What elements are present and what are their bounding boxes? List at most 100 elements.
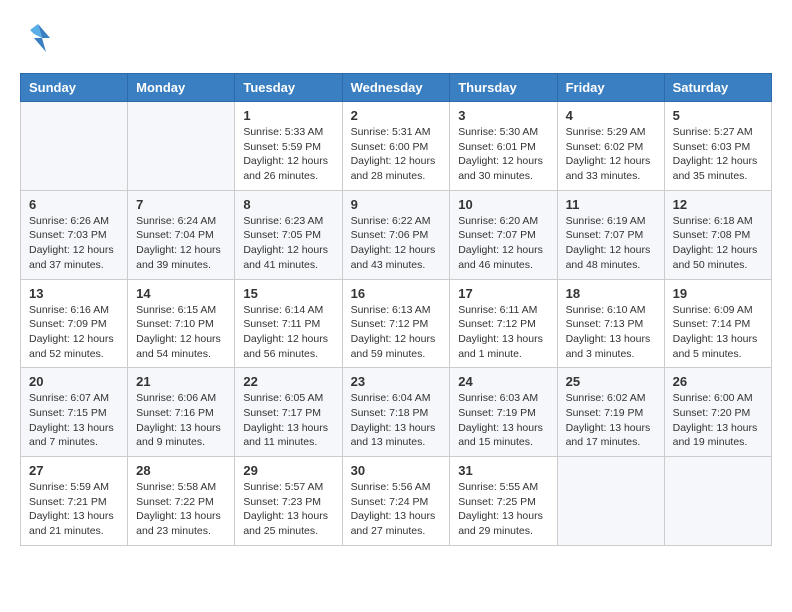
day-number: 21 (136, 374, 226, 389)
calendar-cell (557, 457, 664, 546)
cell-line: Sunrise: 5:57 AM (243, 480, 333, 495)
calendar-cell: 14Sunrise: 6:15 AMSunset: 7:10 PMDayligh… (128, 279, 235, 368)
cell-line: and 37 minutes. (29, 258, 119, 273)
cell-line: Daylight: 12 hours (351, 154, 442, 169)
cell-line: Daylight: 12 hours (243, 332, 333, 347)
day-number: 20 (29, 374, 119, 389)
calendar-cell: 3Sunrise: 5:30 AMSunset: 6:01 PMDaylight… (450, 102, 557, 191)
cell-content: Sunrise: 6:05 AMSunset: 7:17 PMDaylight:… (243, 391, 333, 450)
cell-line: Daylight: 13 hours (566, 332, 656, 347)
day-number: 16 (351, 286, 442, 301)
cell-line: and 39 minutes. (136, 258, 226, 273)
cell-line: Sunrise: 5:30 AM (458, 125, 548, 140)
cell-line: Daylight: 13 hours (136, 421, 226, 436)
day-number: 23 (351, 374, 442, 389)
day-number: 11 (566, 197, 656, 212)
day-number: 15 (243, 286, 333, 301)
day-number: 13 (29, 286, 119, 301)
cell-line: Sunrise: 6:13 AM (351, 303, 442, 318)
cell-content: Sunrise: 5:59 AMSunset: 7:21 PMDaylight:… (29, 480, 119, 539)
cell-line: Sunrise: 6:16 AM (29, 303, 119, 318)
cell-line: Sunset: 7:07 PM (566, 228, 656, 243)
cell-line: and 23 minutes. (136, 524, 226, 539)
cell-line: Daylight: 12 hours (136, 243, 226, 258)
cell-line: Sunset: 5:59 PM (243, 140, 333, 155)
cell-content: Sunrise: 5:57 AMSunset: 7:23 PMDaylight:… (243, 480, 333, 539)
day-number: 5 (673, 108, 763, 123)
calendar-cell: 21Sunrise: 6:06 AMSunset: 7:16 PMDayligh… (128, 368, 235, 457)
cell-line: Sunrise: 6:10 AM (566, 303, 656, 318)
cell-content: Sunrise: 6:04 AMSunset: 7:18 PMDaylight:… (351, 391, 442, 450)
cell-line: Sunrise: 6:20 AM (458, 214, 548, 229)
cell-line: Daylight: 13 hours (351, 421, 442, 436)
cell-line: Sunset: 7:12 PM (458, 317, 548, 332)
calendar-cell: 31Sunrise: 5:55 AMSunset: 7:25 PMDayligh… (450, 457, 557, 546)
cell-line: and 27 minutes. (351, 524, 442, 539)
cell-line: Sunrise: 6:23 AM (243, 214, 333, 229)
calendar-cell: 29Sunrise: 5:57 AMSunset: 7:23 PMDayligh… (235, 457, 342, 546)
cell-line: and 15 minutes. (458, 435, 548, 450)
week-row-4: 20 Sunrise: 6:07 AMSunset: 7:15 PMDayligh… (21, 368, 772, 457)
calendar-cell: 7Sunrise: 6:24 AMSunset: 7:04 PMDaylight… (128, 190, 235, 279)
day-number: 4 (566, 108, 656, 123)
cell-content: Sunrise: 6:11 AMSunset: 7:12 PMDaylight:… (458, 303, 548, 362)
calendar-cell: 18 Sunrise: 6:10 AMSunset: 7:13 PMDayligh… (557, 279, 664, 368)
cell-line: Sunset: 7:04 PM (136, 228, 226, 243)
day-number: 30 (351, 463, 442, 478)
calendar-cell: 15Sunrise: 6:14 AMSunset: 7:11 PMDayligh… (235, 279, 342, 368)
cell-line: Sunset: 7:07 PM (458, 228, 548, 243)
calendar-cell: 6 Sunrise: 6:26 AMSunset: 7:03 PMDaylight… (21, 190, 128, 279)
cell-line: and 59 minutes. (351, 347, 442, 362)
day-number: 17 (458, 286, 548, 301)
cell-line: and 9 minutes. (136, 435, 226, 450)
cell-line: Daylight: 12 hours (566, 154, 656, 169)
day-header-sunday: Sunday (21, 74, 128, 102)
cell-line: Daylight: 13 hours (243, 421, 333, 436)
cell-line: Daylight: 13 hours (29, 509, 119, 524)
cell-line: Daylight: 12 hours (458, 243, 548, 258)
day-number: 6 (29, 197, 119, 212)
day-number: 24 (458, 374, 548, 389)
cell-line: Sunrise: 6:14 AM (243, 303, 333, 318)
calendar-cell: 26Sunrise: 6:00 AMSunset: 7:20 PMDayligh… (664, 368, 771, 457)
cell-line: Sunrise: 5:29 AM (566, 125, 656, 140)
calendar-cell (664, 457, 771, 546)
cell-line: and 21 minutes. (29, 524, 119, 539)
cell-content: Sunrise: 5:27 AMSunset: 6:03 PMDaylight:… (673, 125, 763, 184)
calendar-cell: 27Sunrise: 5:59 AMSunset: 7:21 PMDayligh… (21, 457, 128, 546)
cell-line: Sunset: 6:00 PM (351, 140, 442, 155)
cell-content: Sunrise: 6:10 AMSunset: 7:13 PMDaylight:… (566, 303, 656, 362)
day-header-tuesday: Tuesday (235, 74, 342, 102)
cell-line: Sunset: 7:09 PM (29, 317, 119, 332)
cell-line: Sunset: 7:21 PM (29, 495, 119, 510)
day-number: 7 (136, 197, 226, 212)
page-header (20, 20, 772, 63)
cell-line: Sunrise: 6:09 AM (673, 303, 763, 318)
cell-line: Daylight: 12 hours (673, 243, 763, 258)
cell-line: Sunset: 7:08 PM (673, 228, 763, 243)
cell-line: and 19 minutes. (673, 435, 763, 450)
cell-content: Sunrise: 5:30 AMSunset: 6:01 PMDaylight:… (458, 125, 548, 184)
cell-line: Daylight: 12 hours (673, 154, 763, 169)
day-number: 31 (458, 463, 548, 478)
cell-line: Sunset: 7:20 PM (673, 406, 763, 421)
cell-line: Daylight: 12 hours (458, 154, 548, 169)
cell-line: Sunset: 7:19 PM (566, 406, 656, 421)
cell-content: Sunrise: 6:26 AMSunset: 7:03 PMDaylight:… (29, 214, 119, 273)
cell-line: Daylight: 13 hours (566, 421, 656, 436)
cell-line: Daylight: 13 hours (673, 332, 763, 347)
cell-line: Sunset: 7:13 PM (566, 317, 656, 332)
day-header-saturday: Saturday (664, 74, 771, 102)
cell-line: Daylight: 13 hours (673, 421, 763, 436)
day-number: 18 (566, 286, 656, 301)
cell-line: and 25 minutes. (243, 524, 333, 539)
cell-line: and 43 minutes. (351, 258, 442, 273)
cell-line: Sunset: 7:12 PM (351, 317, 442, 332)
cell-content: Sunrise: 5:56 AMSunset: 7:24 PMDaylight:… (351, 480, 442, 539)
calendar-cell: 9Sunrise: 6:22 AMSunset: 7:06 PMDaylight… (342, 190, 450, 279)
cell-line: and 41 minutes. (243, 258, 333, 273)
day-number: 1 (243, 108, 333, 123)
cell-line: Sunrise: 6:19 AM (566, 214, 656, 229)
cell-content: Sunrise: 6:07 AMSunset: 7:15 PMDaylight:… (29, 391, 119, 450)
cell-content: Sunrise: 5:31 AMSunset: 6:00 PMDaylight:… (351, 125, 442, 184)
